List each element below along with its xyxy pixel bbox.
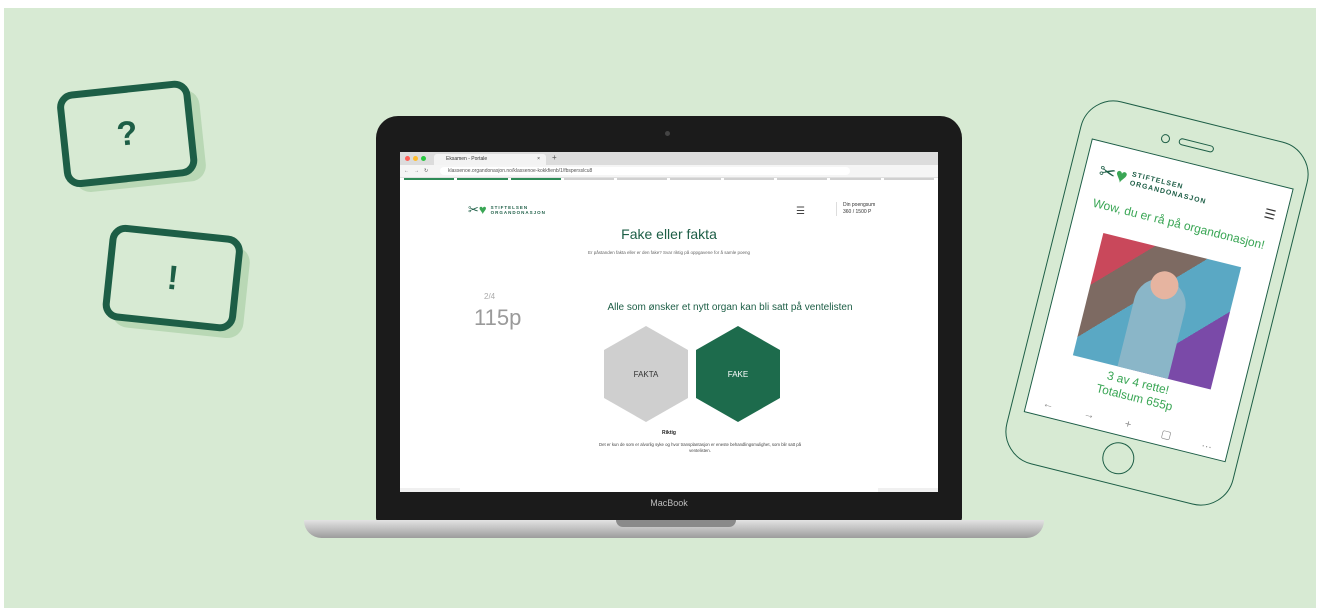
question-mark-icon: ? (114, 113, 140, 154)
progress-segment (617, 178, 668, 180)
scene-background: ? ! Eksamen - Portale × + ← → ↻ klasseno… (4, 8, 1316, 608)
score-label: Din poengsum (843, 202, 876, 208)
page-title: Fake eller fakta (621, 226, 717, 242)
laptop-base (304, 520, 1044, 538)
progress-segment (563, 178, 615, 180)
tab-close-icon[interactable]: × (537, 154, 540, 165)
phone-logo-icon: ✂♥ (1096, 160, 1130, 189)
logo-line-2: ORGANDONASJON (490, 210, 546, 215)
phone-new-tab-icon[interactable]: + (1123, 418, 1132, 431)
phone-tabs-icon[interactable]: ▢ (1160, 427, 1173, 442)
browser-tab-bar: Eksamen - Portale × + (400, 152, 938, 165)
menu-icon[interactable]: ☰ (796, 206, 805, 217)
question-bubble: ? (55, 79, 208, 194)
phone-menu-icon[interactable]: ☰ (1262, 206, 1278, 224)
site-logo[interactable]: ✂♥ STIFTELSEN ORGANDONASJON (468, 202, 546, 218)
maximize-window-icon[interactable] (421, 156, 426, 161)
progress-segment (777, 178, 828, 180)
front-camera-icon (1160, 133, 1171, 145)
phone-screen: ✂♥ STIFTELSEN ORGANDONASJON ☰ Wow, du er… (1023, 138, 1294, 463)
footer-left (400, 488, 460, 492)
browser-tab[interactable]: Eksamen - Portale × (434, 154, 546, 165)
laptop-screen: Eksamen - Portale × + ← → ↻ klassenoe.or… (400, 152, 938, 492)
footer-right (878, 488, 938, 492)
speaker-icon (1178, 137, 1215, 154)
progress-segment (457, 178, 508, 180)
laptop-notch (616, 520, 736, 527)
fakta-label: FAKTA (633, 369, 659, 379)
answer-verdict: Riktig (662, 430, 676, 436)
phone-more-icon[interactable]: … (1200, 437, 1214, 451)
fakta-button[interactable]: FAKTA (604, 326, 688, 422)
fake-button[interactable]: FAKE (696, 326, 780, 422)
progress-segment (723, 178, 775, 180)
fake-label: FAKE (727, 369, 749, 379)
phone-forward-icon[interactable]: → (1082, 408, 1096, 422)
page-subtitle: Er påstanden fakta eller er den fake? Sv… (587, 250, 751, 255)
minimize-window-icon[interactable] (413, 156, 418, 161)
close-window-icon[interactable] (405, 156, 410, 161)
reload-icon[interactable]: ↻ (424, 168, 428, 174)
phone-back-icon[interactable]: ← (1041, 398, 1055, 412)
back-icon[interactable]: ← (404, 168, 409, 174)
progress-segment (670, 178, 721, 180)
progress-segment (404, 178, 455, 180)
laptop: Eksamen - Portale × + ← → ↻ klassenoe.or… (376, 116, 962, 522)
exclamation-bubble: ! (101, 223, 252, 340)
address-bar: ← → ↻ klassenoe.organdonasjon.no/klassen… (400, 165, 938, 178)
exclamation-mark-icon: ! (165, 258, 181, 298)
tab-title: Eksamen - Portale (446, 156, 488, 162)
progress-segment (510, 178, 561, 180)
answer-explanation: Det er kun de som er alvorlig syke og hv… (598, 442, 802, 453)
url-text[interactable]: klassenoe.organdonasjon.no/klassenoe-kok… (448, 168, 592, 174)
question-counter: 2/4 (484, 292, 496, 301)
new-tab-icon[interactable]: + (552, 153, 557, 162)
logo-icon: ✂♥ (468, 202, 487, 217)
points-display: 115p (474, 305, 522, 330)
score-box: Din poengsum 360 / 1500 P (836, 202, 875, 216)
home-button[interactable] (1098, 438, 1138, 478)
smartphone: ✂♥ STIFTELSEN ORGANDONASJON ☰ Wow, du er… (998, 93, 1316, 513)
score-value: 360 / 1500 P (843, 209, 872, 215)
webcam-icon (665, 131, 670, 136)
quiz-progress-bar (400, 178, 938, 181)
laptop-brand-label: MacBook (650, 498, 688, 508)
forward-icon[interactable]: → (414, 168, 419, 174)
question-text: Alle som ønsker et nytt organ kan bli sa… (607, 302, 853, 313)
progress-segment (883, 178, 934, 180)
progress-segment (830, 178, 881, 180)
